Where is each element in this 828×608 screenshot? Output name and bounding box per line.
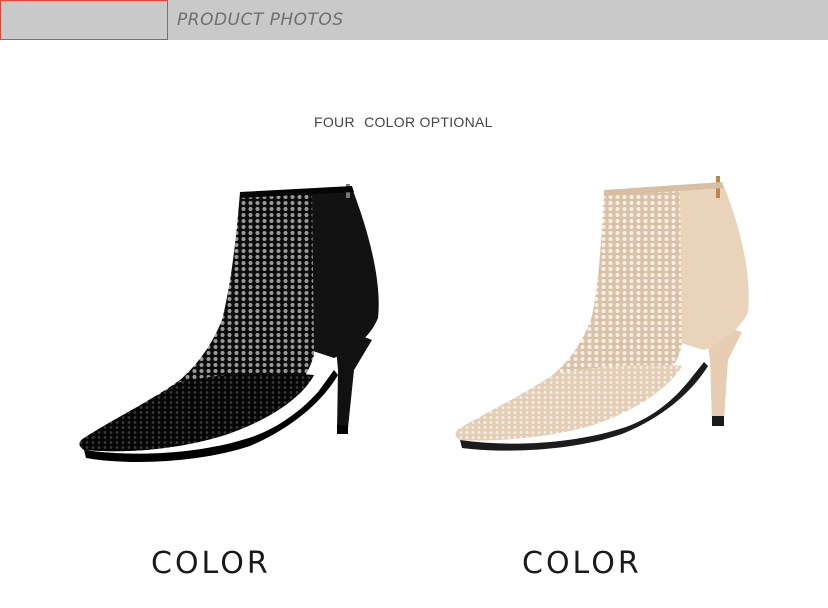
color-label-beige: COLOR xyxy=(522,546,642,581)
product-photos-section: PRODUCT PHOTOS FOUR COLOR OPTIONAL COLOR… xyxy=(0,0,828,608)
section-header-accent-box xyxy=(0,0,168,40)
beige-boot-image xyxy=(455,176,749,451)
color-label-black: COLOR xyxy=(151,546,271,581)
color-options-subtitle: FOUR COLOR OPTIONAL xyxy=(314,114,493,130)
subtitle-color-optional: COLOR OPTIONAL xyxy=(364,114,493,130)
section-title: PRODUCT PHOTOS xyxy=(177,10,344,30)
subtitle-word-four: FOUR xyxy=(314,114,355,130)
black-boot-image xyxy=(79,184,379,462)
